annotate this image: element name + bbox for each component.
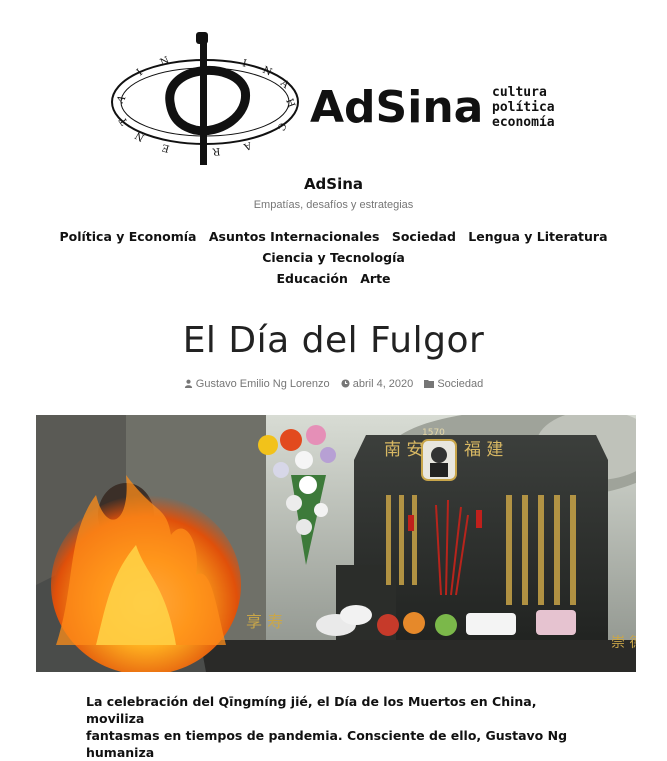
post-meta: Gustavo Emilio Ng Lorenzo abril 4, 2020 …: [0, 378, 667, 390]
svg-text:H: H: [283, 97, 296, 109]
nav-item-sociedad[interactable]: Sociedad: [392, 229, 456, 244]
svg-text:A: A: [115, 93, 129, 106]
primary-navigation: Política y Economía Asuntos Internaciona…: [10, 226, 657, 289]
post-excerpt-line-2: fantasmas en tiempos de pandemia. Consci…: [86, 728, 568, 760]
folder-icon: [424, 380, 435, 388]
nav-item-ciencia-tecnologia[interactable]: Ciencia y Tecnología: [262, 250, 405, 265]
svg-text:I: I: [135, 67, 145, 78]
post-excerpt-line-1: La celebración del Qīngmíng jié, el Día …: [86, 694, 537, 726]
post-category-link[interactable]: Sociedad: [437, 378, 483, 390]
person-icon: [184, 379, 192, 388]
post-date-text[interactable]: abril 4, 2020: [353, 378, 414, 390]
svg-text:N: N: [261, 65, 274, 79]
logo-emblem: A A N I H C A R E N T I N: [111, 32, 299, 165]
logo-tagline-3: economía: [492, 115, 555, 130]
nav-item-arte[interactable]: Arte: [360, 271, 390, 286]
post-title: El Día del Fulgor: [182, 320, 485, 361]
post-category[interactable]: Sociedad: [424, 378, 483, 390]
svg-text:R: R: [212, 145, 221, 157]
svg-text:N: N: [159, 55, 172, 69]
nav-item-educacion[interactable]: Educación: [276, 271, 347, 286]
featured-image[interactable]: 1570 南 安 福 建 享 寿 崇: [36, 415, 636, 672]
site-tagline: Empatías, desafíos y estrategias: [253, 199, 414, 211]
logo-tagline-2: política: [492, 100, 555, 115]
tomb-base-right-glyphs: 崇 德: [611, 635, 636, 651]
post-author-name[interactable]: Gustavo Emilio Ng Lorenzo: [196, 378, 330, 390]
clock-icon: [341, 379, 350, 388]
post-excerpt: La celebración del Qīngmíng jié, el Día …: [86, 693, 586, 761]
nav-item-politica-economia[interactable]: Política y Economía: [59, 229, 196, 244]
svg-text:E: E: [161, 141, 171, 154]
nav-item-asuntos-internacionales[interactable]: Asuntos Internacionales: [209, 229, 380, 244]
site-logo[interactable]: A A N I H C A R E N T I N AdSina cultura…: [110, 30, 570, 170]
logo-wordmark: AdSina: [310, 82, 483, 133]
post-author[interactable]: Gustavo Emilio Ng Lorenzo: [184, 378, 333, 390]
site-title[interactable]: AdSina: [0, 175, 667, 193]
post-date[interactable]: abril 4, 2020: [341, 378, 417, 390]
logo-tagline-1: cultura: [492, 85, 547, 100]
tomb-left-glyphs: 南 安: [384, 440, 423, 460]
nav-item-lengua-literatura[interactable]: Lengua y Literatura: [468, 229, 607, 244]
tomb-year-text: 1570: [422, 428, 445, 438]
tomb-right-glyphs: 福 建: [464, 440, 503, 460]
svg-text:N: N: [133, 129, 146, 143]
tomb-base-left-glyphs: 享 寿: [246, 612, 283, 631]
